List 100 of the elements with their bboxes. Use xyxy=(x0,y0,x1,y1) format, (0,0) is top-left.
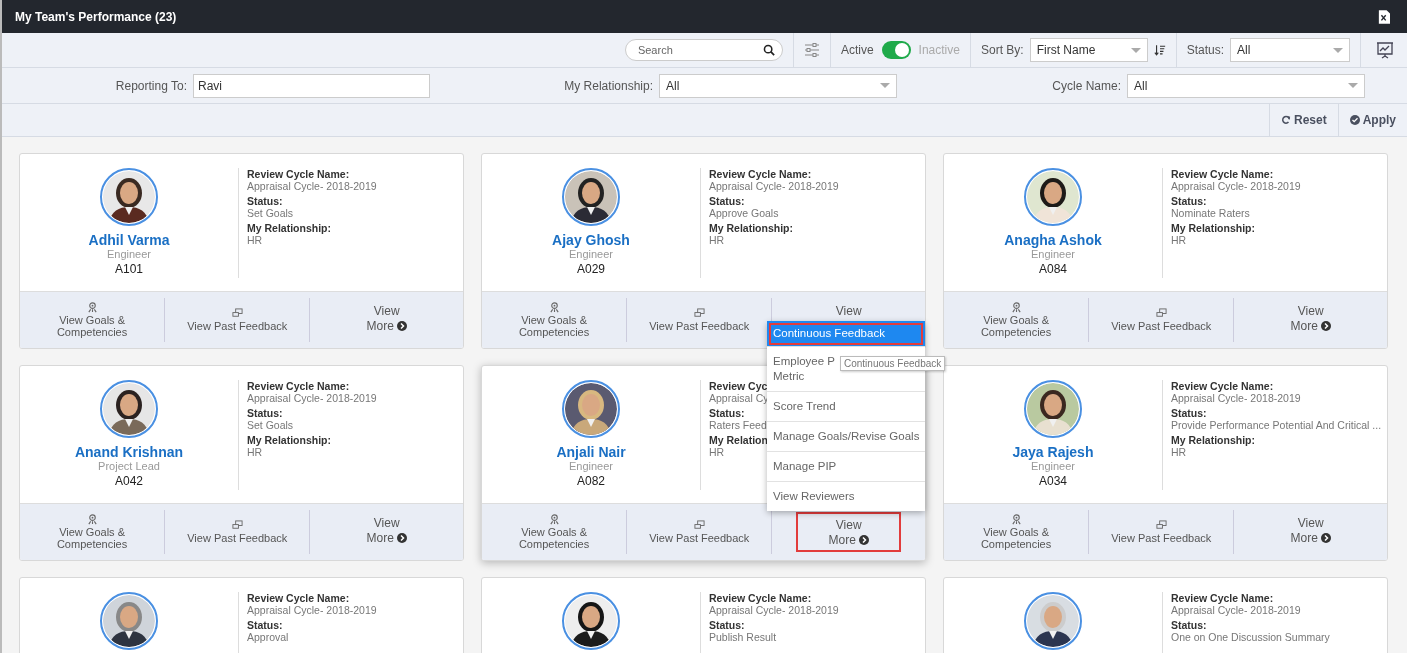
reset-button[interactable]: Reset xyxy=(1268,104,1338,136)
menu-item[interactable]: Manage PIP xyxy=(767,452,925,482)
field-value: HR xyxy=(247,234,263,246)
search-field[interactable]: Search xyxy=(624,39,783,61)
job-title: Engineer xyxy=(106,248,151,260)
employee-name[interactable]: Adhil Varma xyxy=(88,232,170,248)
filter-label: Cycle Name: xyxy=(1052,78,1121,93)
field-label: Status: xyxy=(247,195,283,207)
apply-button[interactable]: Apply xyxy=(1337,104,1407,136)
field-label: My Relation xyxy=(709,434,768,446)
tooltip: Continuous Feedback xyxy=(840,356,946,371)
field-value: Set Goals xyxy=(247,419,294,431)
filter-select[interactable]: All xyxy=(1127,73,1365,98)
active-label: Active xyxy=(840,43,874,57)
goals-icon xyxy=(86,514,98,525)
field-label: Review Cyc xyxy=(709,380,768,392)
field-value: Publish Result xyxy=(709,631,777,643)
field-value: Set Goals xyxy=(247,207,294,219)
menu-item[interactable]: View Reviewers xyxy=(767,482,925,511)
view-past-feedback-button[interactable]: View Past Feedback xyxy=(165,510,311,554)
employee-id: A082 xyxy=(577,474,605,488)
field-value: Appraisal Cycle- 2018-2019 xyxy=(1171,180,1301,192)
menu-item[interactable]: Manage Goals/Revise Goals xyxy=(767,422,925,452)
status-label: Status: xyxy=(1186,43,1224,57)
field-label: Review Cycle Name: xyxy=(709,168,812,180)
view-more-button[interactable]: View More xyxy=(1258,510,1363,554)
job-title: Engineer xyxy=(1030,460,1075,472)
sliders-icon[interactable] xyxy=(803,42,820,58)
view-more-button[interactable]: View More xyxy=(796,512,901,552)
job-title: Engineer xyxy=(568,248,613,260)
job-title: Project Lead xyxy=(98,460,160,472)
sort-by-select[interactable]: First Name xyxy=(1029,38,1148,62)
field-value: HR xyxy=(247,446,263,458)
field-value: HR xyxy=(709,446,725,458)
field-value: Appraisal Cycle- 2018-2019 xyxy=(247,392,377,404)
field-label: Status: xyxy=(709,195,745,207)
field-label: Status: xyxy=(1171,195,1207,207)
goals-icon xyxy=(548,514,560,525)
field-value: Appraisal Cycle- 2018-2019 xyxy=(247,604,377,616)
view-past-feedback-button[interactable]: View Past Feedback xyxy=(627,510,773,554)
reporting-to-field[interactable]: Ravi xyxy=(193,73,430,98)
chevron-circle-icon xyxy=(396,321,407,331)
view-more-button[interactable]: View More xyxy=(334,510,439,554)
field-value: HR xyxy=(1171,234,1187,246)
filter-select[interactable]: All xyxy=(659,73,897,98)
view-past-feedback-button[interactable]: View Past Feedback xyxy=(1089,510,1235,554)
employee-name[interactable]: Anjali Nair xyxy=(556,444,626,460)
field-label: Status: xyxy=(247,619,283,631)
job-title: Engineer xyxy=(568,460,613,472)
field-label: My Relationship: xyxy=(1171,434,1255,446)
view-goals-button[interactable]: View Goals & Competencies xyxy=(20,298,166,342)
view-past-feedback-button[interactable]: View Past Feedback xyxy=(1089,298,1235,342)
employee-name[interactable]: Anand Krishnan xyxy=(74,444,184,460)
field-value: Appraisal Cycle- 2018-2019 xyxy=(1171,604,1301,616)
inactive-label: Inactive xyxy=(918,43,960,57)
field-value: HR xyxy=(709,234,725,246)
chat-bubbles-icon xyxy=(693,308,705,319)
field-value: Raters Feed xyxy=(709,419,767,431)
field-label: Review Cycle Name: xyxy=(709,592,812,604)
field-label: Status: xyxy=(709,619,745,631)
employee-name[interactable]: Anagha Ashok xyxy=(1004,232,1102,248)
employee-name[interactable]: Ajay Ghosh xyxy=(552,232,630,248)
goals-icon xyxy=(548,302,560,313)
sort-order-icon[interactable] xyxy=(1153,43,1166,57)
menu-item[interactable]: Score Trend xyxy=(767,392,925,422)
view-more-button[interactable]: View More xyxy=(334,298,439,342)
view-goals-button[interactable]: View Goals & Competencies xyxy=(482,298,628,342)
view-goals-button[interactable]: View Goals & Competencies xyxy=(944,510,1090,554)
field-value: Appraisal Cycle- 2018-2019 xyxy=(709,604,839,616)
employee-id: A101 xyxy=(115,262,143,276)
chat-bubbles-icon xyxy=(231,520,243,531)
chat-bubbles-icon xyxy=(693,520,705,531)
check-circle-icon xyxy=(1349,115,1360,125)
field-value: Nominate Raters xyxy=(1171,207,1250,219)
status-select[interactable]: All xyxy=(1230,38,1350,62)
active-toggle[interactable] xyxy=(881,41,911,59)
chevron-circle-icon xyxy=(1320,321,1331,331)
goals-icon xyxy=(1010,302,1022,313)
chat-bubbles-icon xyxy=(1155,520,1167,531)
field-label: My Relationship: xyxy=(1171,222,1255,234)
employee-name[interactable]: Jaya Rajesh xyxy=(1012,444,1094,460)
view-past-feedback-button[interactable]: View Past Feedback xyxy=(165,298,311,342)
view-more-button[interactable]: View More xyxy=(1258,298,1363,342)
field-value: Appraisal Cycle- 2018-2019 xyxy=(1171,392,1301,404)
presentation-chart-icon[interactable] xyxy=(1375,40,1395,60)
view-goals-button[interactable]: View Goals & Competencies xyxy=(20,510,166,554)
excel-export-icon[interactable] xyxy=(1378,9,1390,24)
chat-bubbles-icon xyxy=(231,308,243,319)
chat-bubbles-icon xyxy=(1155,308,1167,319)
search-icon xyxy=(762,44,775,56)
chevron-circle-icon xyxy=(1320,533,1331,543)
field-label: My Relationship: xyxy=(247,222,331,234)
field-label: Review Cycle Name: xyxy=(247,592,350,604)
menu-item[interactable]: Continuous Feedback xyxy=(767,321,925,347)
field-label: Review Cycle Name: xyxy=(247,380,350,392)
view-goals-button[interactable]: View Goals & Competencies xyxy=(482,510,628,554)
filter-label: My Relationship: xyxy=(564,78,653,93)
field-label: Review Cycle Name: xyxy=(1171,380,1274,392)
sort-by-label: Sort By: xyxy=(980,43,1024,57)
view-goals-button[interactable]: View Goals & Competencies xyxy=(944,298,1090,342)
